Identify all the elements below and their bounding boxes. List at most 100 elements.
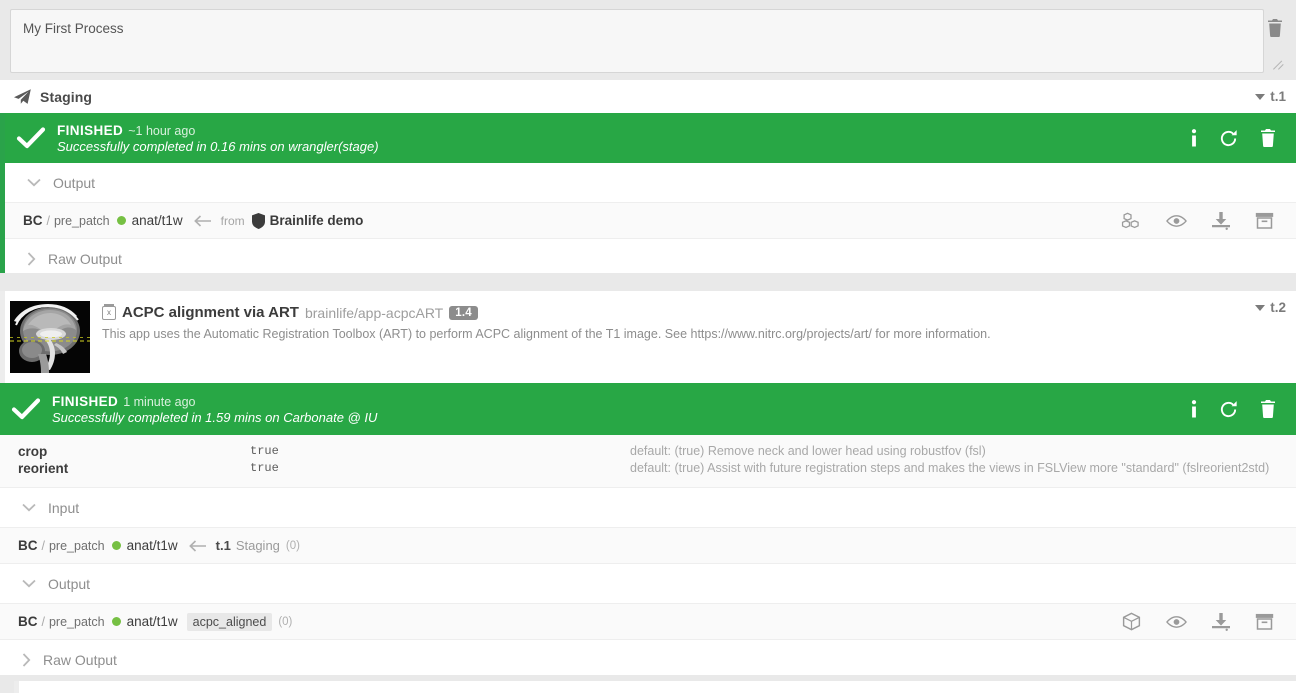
config-row: crop true default: (true) Remove neck an… [0, 443, 1296, 460]
config-row: reorient true default: (true) Assist wit… [0, 460, 1296, 477]
chevron-down-icon [27, 178, 41, 187]
app-title-row: x ACPC alignment via ART brainlife/app-a… [102, 304, 1286, 321]
app-card-acpc: x ACPC alignment via ART brainlife/app-a… [0, 291, 1296, 679]
archive-icon[interactable] [1255, 613, 1274, 630]
section-label-text: Output [48, 576, 90, 592]
download-icon[interactable] [1212, 212, 1230, 230]
rerun-icon[interactable] [1219, 129, 1238, 148]
download-icon[interactable] [1212, 613, 1230, 631]
app-status-text: FINISHED1 minute ago Successfully comple… [52, 394, 377, 425]
chevron-right-icon [22, 653, 31, 667]
config-description: default: (true) Remove neck and lower he… [630, 444, 1296, 458]
eye-icon[interactable] [1166, 214, 1187, 228]
dataset-row-output[interactable]: BC / pre_patch anat/t1w acpc_aligned (0) [0, 603, 1296, 640]
trash-icon[interactable] [1260, 129, 1276, 147]
process-page: Staging t.1 FINISHED ~1 hour ago Successf… [0, 0, 1296, 693]
config-value: true [250, 444, 630, 458]
dataset-count: (0) [286, 540, 300, 552]
paper-plane-icon [14, 89, 31, 104]
card-gap [0, 273, 1296, 291]
status-word: FINISHED [52, 394, 118, 409]
dataset-project: BC [23, 213, 43, 228]
status-word: FINISHED [57, 123, 123, 138]
trash-icon [1267, 19, 1283, 40]
chevron-right-icon [27, 252, 36, 266]
staging-title: Staging [40, 89, 92, 105]
dataset-tag: acpc_aligned [187, 613, 273, 631]
dataset-datatype: anat/t1w [132, 213, 183, 228]
config-key: crop [0, 444, 250, 459]
archive-icon[interactable] [1255, 212, 1274, 229]
cube-icon[interactable] [1122, 612, 1141, 631]
chevron-down-icon [22, 579, 36, 588]
app-meta: x ACPC alignment via ART brainlife/app-a… [102, 301, 1286, 373]
app-task-ref[interactable]: t.2 [1255, 300, 1286, 315]
dataset-row[interactable]: BC / pre_patch anat/t1w from Brainlife d… [5, 202, 1296, 239]
app-version-badge: 1.4 [449, 306, 478, 320]
section-label-text: Output [53, 175, 95, 191]
next-card-peek [14, 681, 1296, 693]
dataset-project: BC [18, 538, 38, 553]
cubes-icon[interactable] [1121, 212, 1141, 229]
info-icon[interactable] [1191, 400, 1197, 418]
status-timestamp: ~1 hour ago [128, 124, 195, 138]
textarea-resize-grip[interactable] [1274, 58, 1284, 68]
task-status-text: FINISHED ~1 hour ago Successfully complet… [57, 123, 379, 154]
section-label-text: Input [48, 500, 79, 516]
task-card-staging: FINISHED ~1 hour ago Successfully complet… [0, 113, 1296, 278]
staging-task-ref[interactable]: t.1 [1255, 89, 1286, 104]
app-task-actions [1191, 400, 1282, 419]
status-detail: Successfully completed in 0.16 mins on w… [57, 139, 379, 154]
dataset-subject: pre_patch [54, 214, 110, 228]
check-icon [5, 126, 57, 150]
dataset-project: BC [18, 614, 38, 629]
staging-group-header: Staging t.1 [0, 80, 1296, 113]
app-config-table: crop true default: (true) Remove neck an… [0, 435, 1296, 488]
chevron-down-icon [22, 503, 36, 512]
section-raw-output-label[interactable]: Raw Output [0, 640, 1296, 679]
section-output-label[interactable]: Output [0, 564, 1296, 603]
source-task-ref: t.1 [216, 538, 231, 553]
dataset-count: (0) [278, 616, 292, 628]
delete-process-button[interactable] [1262, 14, 1288, 44]
arrow-left-icon [194, 215, 212, 227]
dataset-row-actions [1121, 212, 1286, 230]
section-input-label[interactable]: Input [0, 488, 1296, 527]
source-task-name: Staging [236, 538, 280, 553]
app-ref-label: t.2 [1270, 300, 1286, 315]
section-label-text: Raw Output [48, 251, 122, 267]
from-label: from [221, 214, 245, 228]
app-name: ACPC alignment via ART [122, 304, 299, 321]
staging-ref-label: t.1 [1270, 89, 1286, 104]
config-description: default: (true) Assist with future regis… [630, 461, 1296, 475]
dataset-slash: / [42, 615, 45, 629]
dataset-row-input[interactable]: BC / pre_patch anat/t1w t.1 Staging (0) [0, 527, 1296, 564]
info-icon[interactable] [1191, 129, 1197, 147]
status-dot-icon [117, 216, 126, 225]
task-status-bar: FINISHED ~1 hour ago Successfully complet… [5, 113, 1296, 163]
dataset-datatype: anat/t1w [127, 538, 178, 553]
check-icon [0, 397, 52, 421]
status-dot-icon [112, 541, 121, 550]
app-header: x ACPC alignment via ART brainlife/app-a… [0, 291, 1296, 383]
app-description: This app uses the Automatic Registration… [102, 327, 1286, 341]
process-description-input[interactable] [10, 9, 1264, 73]
container-icon: x [102, 306, 116, 320]
status-dot-icon [112, 617, 121, 626]
task-body: FINISHED ~1 hour ago Successfully complet… [0, 113, 1296, 278]
app-repo[interactable]: brainlife/app-acpcART [305, 305, 443, 321]
dataset-slash: / [42, 539, 45, 553]
trash-icon[interactable] [1260, 400, 1276, 418]
chevron-down-icon [1255, 94, 1265, 100]
app-task-body: FINISHED1 minute ago Successfully comple… [0, 383, 1296, 679]
dataset-subject: pre_patch [49, 539, 105, 553]
section-output-label[interactable]: Output [5, 163, 1296, 202]
eye-icon[interactable] [1166, 615, 1187, 629]
rerun-icon[interactable] [1219, 400, 1238, 419]
dataset-row-actions [1122, 612, 1286, 631]
app-status-bar: FINISHED1 minute ago Successfully comple… [0, 383, 1296, 435]
dataset-subject: pre_patch [49, 615, 105, 629]
config-value: true [250, 461, 630, 475]
dataset-slash: / [47, 214, 50, 228]
arrow-left-icon [189, 540, 207, 552]
